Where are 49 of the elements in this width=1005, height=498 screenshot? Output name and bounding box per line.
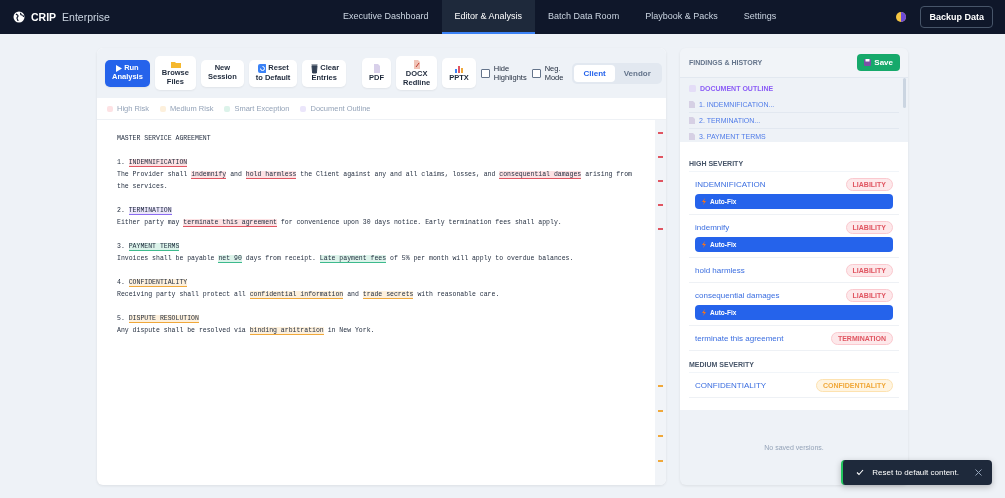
perspective-option[interactable]: Vendor (614, 64, 660, 82)
bar-chart-icon (453, 63, 465, 75)
checkbox[interactable] (531, 68, 541, 78)
perspective-option[interactable]: Client (574, 64, 615, 82)
finding-link[interactable]: terminate this agreement (695, 334, 784, 343)
document-icon (689, 117, 695, 124)
scrollbar-thumb[interactable] (903, 78, 906, 108)
scroll-marker (658, 156, 663, 158)
nav-tab[interactable]: Playbook & Packs (632, 0, 731, 34)
lightning-icon (702, 241, 706, 248)
finding-link[interactable]: CONFIDENTIALITY (695, 381, 767, 390)
document-icon (371, 63, 383, 75)
globe-icon (13, 11, 25, 23)
scroll-marker (658, 228, 663, 230)
backup-data-button[interactable]: Backup Data (920, 6, 993, 28)
checkbox[interactable] (480, 68, 490, 78)
nav-tab[interactable]: Executive Dashboard (330, 0, 442, 34)
brand-name: CRIP (31, 11, 57, 23)
scroll-marker (658, 460, 663, 462)
scroll-marker (658, 204, 663, 206)
scroll-marker (658, 180, 663, 182)
lightning-icon (702, 309, 706, 316)
nav-tab[interactable]: Editor & Analysis (441, 0, 536, 34)
scroll-marker (658, 132, 663, 134)
save-button[interactable]: Save (857, 54, 900, 71)
scroll-marker (658, 435, 663, 437)
finding-link[interactable]: indemnify (695, 223, 730, 232)
lightning-icon (702, 198, 706, 205)
reset-icon (257, 63, 267, 75)
finding-link[interactable]: INDEMNIFICATION (695, 180, 766, 189)
document-icon (411, 58, 423, 70)
finding-link[interactable]: hold harmless (695, 266, 745, 275)
scrollbar-track[interactable] (655, 120, 666, 485)
scroll-marker (658, 385, 663, 387)
nav-tab[interactable]: Batch Data Room (535, 0, 633, 34)
folder-icon (169, 59, 181, 70)
close-button[interactable] (975, 469, 982, 476)
edition-label: Enterprise (62, 11, 110, 23)
theme-toggle-icon[interactable] (896, 12, 907, 22)
close-icon (975, 469, 982, 476)
checkmark-icon (856, 469, 865, 476)
document-icon (689, 101, 695, 108)
finding-link[interactable]: consequential damages (695, 291, 780, 300)
document-icon (689, 133, 695, 140)
nav-tab[interactable]: Settings (730, 0, 790, 34)
scroll-marker (658, 410, 663, 412)
toast-message: Reset to default content. (872, 468, 959, 477)
trash-icon (309, 63, 319, 75)
play-icon (116, 65, 123, 73)
